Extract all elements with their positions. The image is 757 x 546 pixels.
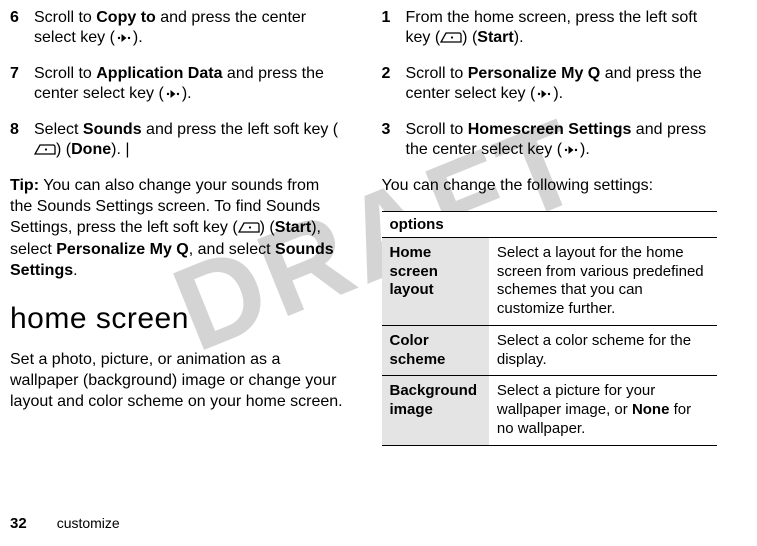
menu-item-label: Copy to xyxy=(96,9,156,26)
section-heading-home-screen: home screen xyxy=(10,302,346,336)
page-footer: 32 customize xyxy=(10,515,120,532)
text-fragment: , and select xyxy=(189,241,275,258)
table-row: Background image Select a picture for yo… xyxy=(382,376,718,445)
text-fragment: ). xyxy=(553,85,563,102)
softkey-label: Start xyxy=(275,219,311,236)
text-fragment: Select xyxy=(34,121,83,138)
options-table: options Home screen layout Select a layo… xyxy=(382,211,718,446)
settings-intro: You can change the following settings: xyxy=(382,176,718,197)
table-row: Home screen layout Select a layout for t… xyxy=(382,237,718,325)
softkey-label: Start xyxy=(477,29,513,46)
left-soft-key-icon xyxy=(238,220,260,241)
step-text: Scroll to Personalize My Q and press the… xyxy=(406,64,718,106)
step-6: 6 Scroll to Copy to and press the center… xyxy=(10,8,346,50)
step-number: 6 xyxy=(10,8,34,50)
option-name: Background image xyxy=(382,376,489,445)
section-intro: Set a photo, picture, or animation as a … xyxy=(10,350,346,412)
option-desc: Select a color scheme for the display. xyxy=(489,325,717,376)
step-text: Scroll to Homescreen Settings and press … xyxy=(406,120,718,162)
option-name: Home screen layout xyxy=(382,237,489,325)
menu-item-label: Application Data xyxy=(96,65,222,82)
step-number: 3 xyxy=(382,120,406,162)
text-fragment: Scroll to xyxy=(406,121,468,138)
page-content: 6 Scroll to Copy to and press the center… xyxy=(10,8,717,446)
step-text: Scroll to Application Data and press the… xyxy=(34,64,346,106)
center-select-key-icon xyxy=(164,86,182,106)
footer-section-name: customize xyxy=(57,515,120,531)
menu-item-label: Personalize My Q xyxy=(468,65,601,82)
tip-label: Tip: xyxy=(10,177,39,194)
step-text: Scroll to Copy to and press the center s… xyxy=(34,8,346,50)
text-fragment: ) ( xyxy=(260,219,275,236)
text-fragment: Scroll to xyxy=(406,65,468,82)
table-row: Color scheme Select a color scheme for t… xyxy=(382,325,718,376)
softkey-label: Done xyxy=(71,141,111,158)
step-7: 7 Scroll to Application Data and press t… xyxy=(10,64,346,106)
step-number: 2 xyxy=(382,64,406,106)
option-value: None xyxy=(632,401,670,418)
step-3: 3 Scroll to Homescreen Settings and pres… xyxy=(382,120,718,162)
step-1: 1 From the home screen, press the left s… xyxy=(382,8,718,50)
text-fragment: ). xyxy=(133,29,143,46)
left-soft-key-icon xyxy=(34,142,56,162)
center-select-key-icon xyxy=(115,30,133,50)
step-text: Select Sounds and press the left soft ke… xyxy=(34,120,346,162)
tip-paragraph: Tip: You can also change your sounds fro… xyxy=(10,176,346,282)
text-fragment: ). | xyxy=(111,141,129,158)
step-number: 1 xyxy=(382,8,406,50)
text-fragment: Scroll to xyxy=(34,9,96,26)
menu-item-label: Personalize My Q xyxy=(56,241,189,258)
menu-item-label: Sounds xyxy=(83,121,142,138)
step-text: From the home screen, press the left sof… xyxy=(406,8,718,50)
text-fragment: . xyxy=(73,262,77,279)
text-fragment: and press the left soft key ( xyxy=(142,121,339,138)
step-8: 8 Select Sounds and press the left soft … xyxy=(10,120,346,162)
text-fragment: ). xyxy=(182,85,192,102)
option-desc: Select a layout for the home screen from… xyxy=(489,237,717,325)
text-fragment: ). xyxy=(580,141,590,158)
options-header: options xyxy=(382,211,718,237)
center-select-key-icon xyxy=(562,142,580,162)
text-fragment: ). xyxy=(514,29,524,46)
step-2: 2 Scroll to Personalize My Q and press t… xyxy=(382,64,718,106)
option-name: Color scheme xyxy=(382,325,489,376)
center-select-key-icon xyxy=(535,86,553,106)
text-fragment: ) ( xyxy=(56,141,71,158)
left-column: 6 Scroll to Copy to and press the center… xyxy=(10,8,346,446)
menu-item-label: Homescreen Settings xyxy=(468,121,632,138)
right-column: 1 From the home screen, press the left s… xyxy=(382,8,718,446)
text-fragment: Scroll to xyxy=(34,65,96,82)
step-number: 8 xyxy=(10,120,34,162)
text-fragment: ) ( xyxy=(462,29,477,46)
page-number: 32 xyxy=(10,515,27,532)
left-soft-key-icon xyxy=(440,30,462,50)
option-desc: Select a picture for your wallpaper imag… xyxy=(489,376,717,445)
step-number: 7 xyxy=(10,64,34,106)
table-header-row: options xyxy=(382,211,718,237)
